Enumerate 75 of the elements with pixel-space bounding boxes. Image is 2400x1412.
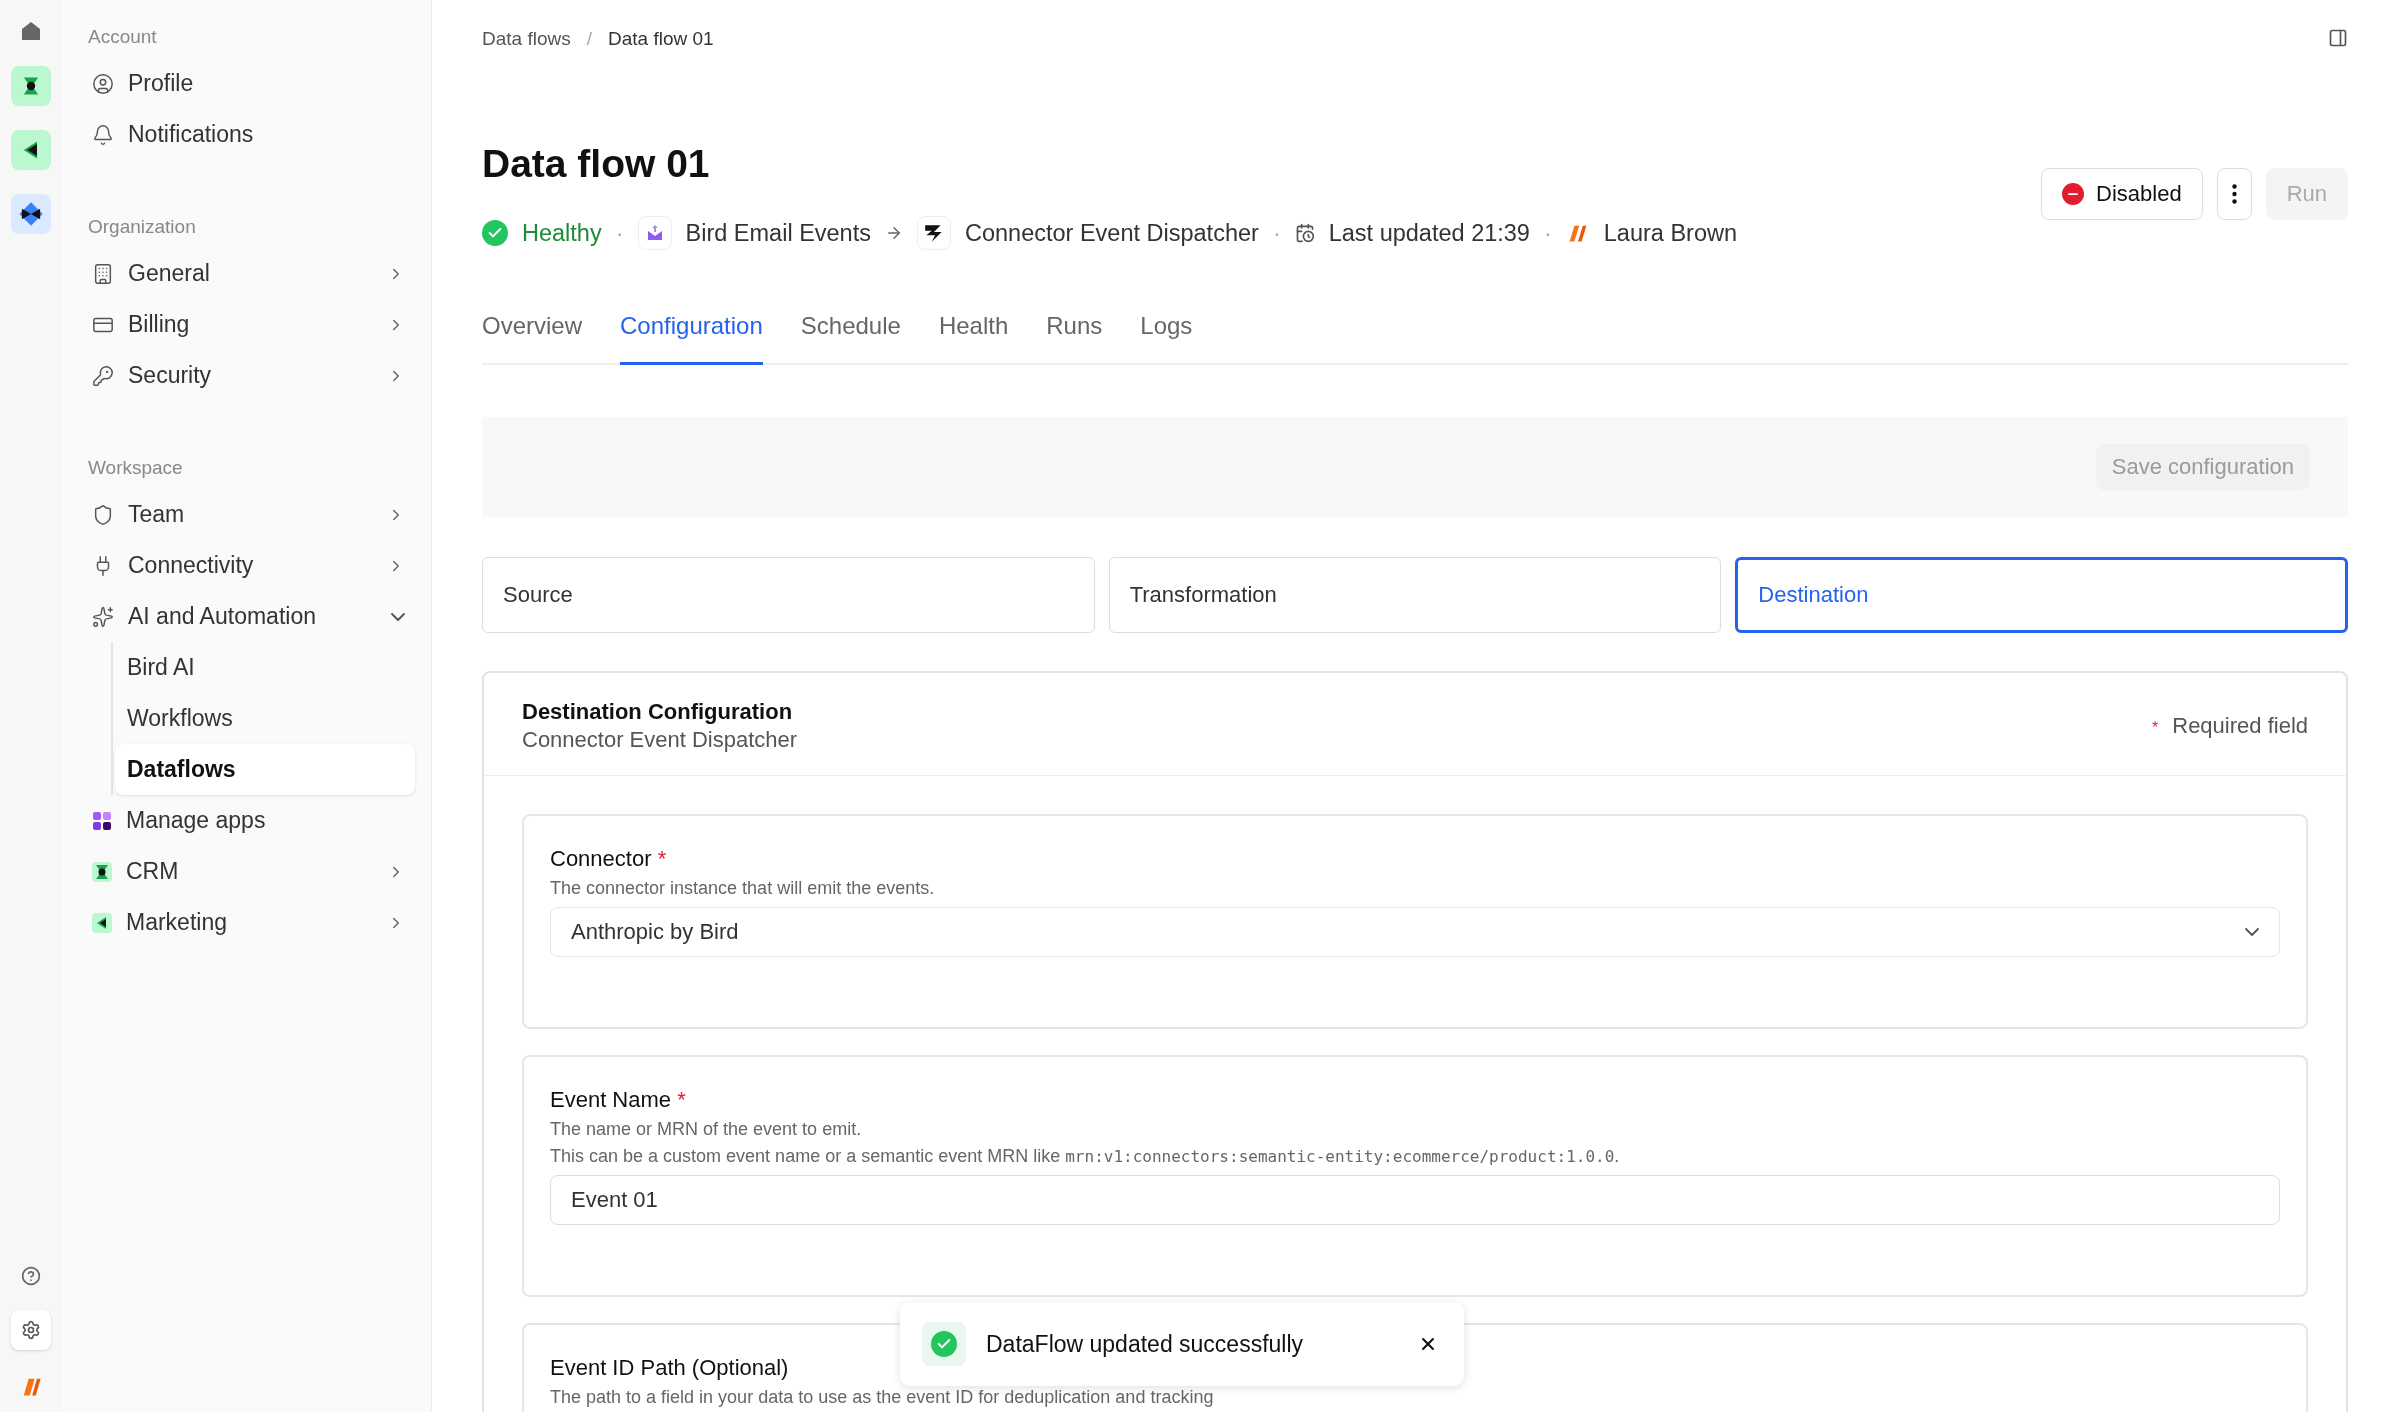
tab[interactable]: Health	[938, 312, 1009, 365]
page-title: Data flow 01	[482, 142, 711, 186]
sparkles-icon	[92, 605, 114, 628]
field-description: This can be a custom event name or a semantic event MRN like mrn:v1:connectors:semantic-entity:ecommerce/product:1.0.0.	[550, 1146, 1620, 1167]
help-icon[interactable]	[21, 1266, 41, 1286]
text-field[interactable]: Event 01	[550, 1175, 2280, 1225]
panel-toggle-icon[interactable]	[2328, 28, 2348, 48]
shield-icon	[92, 503, 114, 526]
sidebar-item[interactable]: Billing	[88, 299, 415, 350]
tab[interactable]: Logs	[1140, 312, 1193, 365]
sidebar-item[interactable]: Manage apps	[88, 795, 415, 846]
tab[interactable]: Overview	[482, 312, 583, 365]
sidebar-item[interactable]: Profile	[88, 58, 415, 109]
field-label: Event ID Path (Optional)	[550, 1355, 789, 1381]
app-icon[interactable]	[11, 130, 51, 170]
field-description: The name or MRN of the event to emit.	[550, 1119, 862, 1140]
chevron-down-icon	[2245, 928, 2259, 936]
field-label: Event Name *	[550, 1087, 686, 1113]
sidebar-item[interactable]: Team	[88, 489, 415, 540]
field-description: The path to a field in your data to use as the event ID for deduplication and tracking	[550, 1387, 1214, 1408]
breadcrumb-link[interactable]: Data flows	[482, 28, 571, 50]
last-updated: Last updated 21:39	[1328, 219, 1530, 247]
user-icon	[92, 72, 114, 95]
toast-message: DataFlow updated successfully	[986, 1330, 1305, 1358]
more-button[interactable]	[2216, 168, 2252, 220]
tab[interactable]: Runs	[1046, 312, 1103, 365]
breadcrumb-separator: /	[586, 28, 592, 50]
check-circle-icon	[482, 220, 508, 246]
sidebar-item[interactable]: Bird AI	[115, 642, 415, 693]
app-icon[interactable]	[11, 194, 51, 234]
separator-dot: ·	[615, 219, 624, 247]
field-description: The connector instance that will emit the events.	[550, 878, 935, 899]
bell-icon	[92, 123, 114, 146]
section-label: Workspace	[88, 457, 184, 479]
tab[interactable]: Configuration	[620, 312, 763, 365]
sidebar-item[interactable]: Dataflows	[115, 744, 415, 795]
separator-dot: ·	[1543, 219, 1552, 247]
more-icon	[2231, 184, 2237, 204]
settings-icon[interactable]	[11, 1310, 51, 1350]
source-name: Bird Email Events	[685, 219, 871, 247]
key-icon	[92, 364, 114, 387]
sidebar-item[interactable]: Workflows	[115, 693, 415, 744]
connector-select[interactable]: Anthropic by Bird	[550, 907, 2280, 957]
step-tab[interactable]: Destination	[1735, 557, 2348, 633]
sidebar-item[interactable]: AI and Automation	[88, 591, 415, 642]
sidebar-item[interactable]: Notifications	[88, 109, 415, 160]
breadcrumb-link[interactable]: Data flow 01	[608, 28, 714, 50]
sidebar-item[interactable]: Marketing	[88, 897, 415, 948]
required-mark: *	[2152, 719, 2159, 736]
status-text: Healthy	[522, 219, 602, 247]
step-tab[interactable]: Source	[482, 557, 1095, 633]
sidebar-item[interactable]: Connectivity	[88, 540, 415, 591]
calendar-icon	[1294, 223, 1315, 243]
sidebar-item[interactable]: Security	[88, 350, 415, 401]
destination-name: Connector Event Dispatcher	[964, 219, 1259, 247]
envelope-icon	[637, 216, 672, 250]
card-subtitle: Connector Event Dispatcher	[522, 727, 798, 753]
hourglass-icon	[92, 861, 112, 882]
required-note: Required field	[2172, 713, 2308, 738]
separator-dot: ·	[1272, 219, 1281, 247]
field-label: Connector *	[550, 846, 667, 872]
flag-icon	[92, 912, 112, 933]
owner-name: Laura Brown	[1603, 219, 1737, 247]
section-label: Account	[88, 26, 158, 48]
card-title: Destination Configuration	[522, 699, 794, 725]
tab[interactable]: Schedule	[800, 312, 901, 365]
app-icon[interactable]	[11, 66, 51, 106]
sidebar-item[interactable]: CRM	[88, 846, 415, 897]
grid-icon	[92, 810, 112, 831]
step-tab[interactable]: Transformation	[1108, 557, 1722, 633]
section-label: Organization	[88, 216, 197, 238]
home-icon[interactable]	[20, 20, 42, 42]
building-icon	[92, 262, 114, 285]
sidebar-item[interactable]: General	[88, 248, 415, 299]
minus-circle-icon	[2062, 183, 2085, 205]
